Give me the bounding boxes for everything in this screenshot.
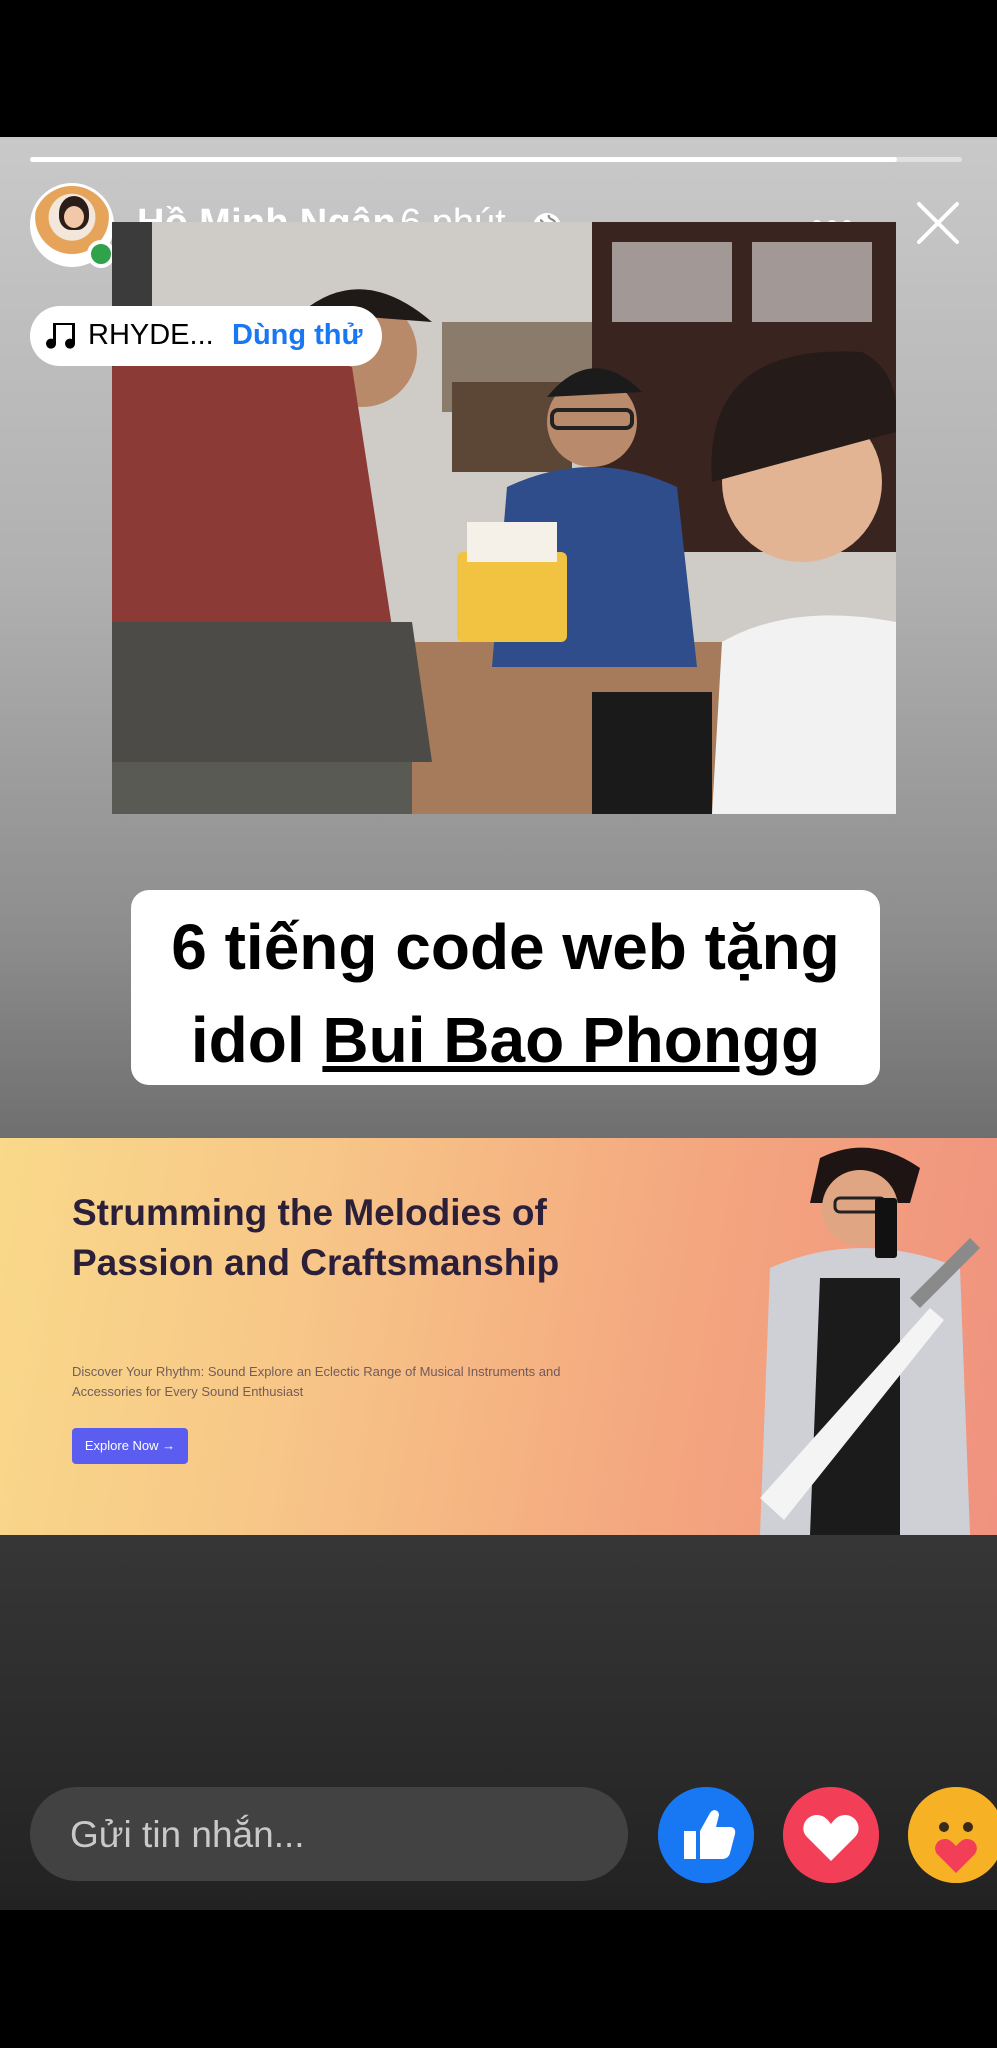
love-icon[interactable] xyxy=(783,1787,879,1883)
caption-line-2: idol Bui Bao Phongg xyxy=(131,1003,880,1077)
banner-description: Discover Your Rhythm: Sound Explore an E… xyxy=(72,1364,561,1399)
avatar-face xyxy=(64,206,84,228)
music-title: RHYDE... xyxy=(88,319,214,351)
close-icon[interactable] xyxy=(915,200,961,246)
music-sticker[interactable]: RHYDE... Dùng thử xyxy=(30,306,382,366)
music-note-icon xyxy=(46,323,76,349)
mention-link[interactable]: Bui Bao Phongg xyxy=(322,1004,820,1076)
caption-line-1: 6 tiếng code web tặng xyxy=(171,911,840,983)
try-music-link[interactable]: Dùng thử xyxy=(232,319,363,352)
reply-placeholder: Gửi tin nhắn... xyxy=(70,1814,305,1855)
care-icon[interactable] xyxy=(908,1787,997,1883)
guitarist-image xyxy=(760,1147,980,1535)
story-progress-fill xyxy=(30,157,897,162)
story-progress-bar xyxy=(30,157,962,162)
online-status-dot xyxy=(87,240,115,268)
banner-title: Strumming the Melodies of Passion and Cr… xyxy=(72,1192,560,1283)
banner-cta-button: Explore Now → xyxy=(72,1428,188,1464)
like-icon[interactable] xyxy=(658,1787,754,1883)
caption-prefix: idol xyxy=(190,1004,323,1076)
